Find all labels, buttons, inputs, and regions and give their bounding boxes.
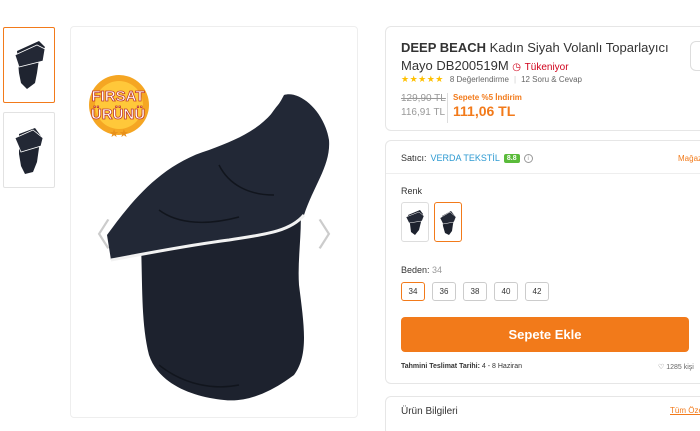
section-title: Ürün Bilgileri bbox=[401, 406, 458, 417]
questions-link[interactable]: 12 Soru & Cevap bbox=[521, 75, 582, 84]
rating-row: ★★★★★ 8 Değerlendirme | 12 Soru & Cevap bbox=[401, 74, 582, 84]
original-price: 129,90 TL bbox=[401, 93, 446, 104]
selected-size: 34 bbox=[432, 265, 443, 275]
size-label: Beden: 34 bbox=[401, 265, 443, 275]
reviews-link[interactable]: 8 Değerlendirme bbox=[450, 75, 509, 84]
price-block: 129,90 TL 116,91 TL Sepete %5 İndirim 11… bbox=[401, 93, 700, 125]
delivery-info: Tahmini Teslimat Tarihi: 4 - 8 Haziran bbox=[401, 363, 522, 370]
color-swatch-1[interactable] bbox=[401, 202, 429, 242]
stock-icon: ◷ bbox=[512, 62, 522, 73]
delivery-label: Tahmini Teslimat Tarihi: bbox=[401, 363, 480, 370]
product-info-card: DEEP BEACH Kadın Siyah Volanlı Toparlayı… bbox=[385, 26, 700, 131]
delivery-dates: 4 - 8 Haziran bbox=[481, 363, 522, 370]
brand-name[interactable]: DEEP BEACH bbox=[401, 40, 486, 55]
swimsuit-thumbnail-icon bbox=[14, 41, 46, 89]
seller-score: 8.8 bbox=[503, 153, 520, 163]
discounted-price: 116,91 TL bbox=[401, 107, 446, 118]
size-option-40[interactable]: 40 bbox=[494, 282, 518, 301]
size-option-38[interactable]: 38 bbox=[463, 282, 487, 301]
thumbnail-1[interactable] bbox=[3, 27, 55, 103]
options-card: Satıcı: VERDA TEKSTİL 8.8 i Mağaza Renk … bbox=[385, 140, 700, 384]
promo-label: Sepete %5 İndirim bbox=[453, 93, 522, 102]
color-swatch-2[interactable] bbox=[434, 202, 462, 242]
main-product-image: FIRSAT ÜRÜNÜ ★★ 〈 〉 bbox=[70, 26, 358, 418]
add-to-cart-button[interactable]: Sepete Ekle bbox=[401, 317, 689, 352]
seller-row: Satıcı: VERDA TEKSTİL 8.8 i bbox=[401, 153, 533, 163]
divider bbox=[386, 173, 700, 174]
heart-icon: ♡ bbox=[658, 364, 665, 371]
size-option-34[interactable]: 34 bbox=[401, 282, 425, 301]
all-features-link[interactable]: Tüm Özellikler bbox=[670, 406, 700, 415]
swimsuit-color-icon bbox=[405, 210, 425, 235]
favorite-button[interactable] bbox=[690, 41, 700, 71]
info-icon[interactable]: i bbox=[523, 153, 533, 163]
color-label: Renk bbox=[401, 186, 423, 196]
size-option-36[interactable]: 36 bbox=[432, 282, 456, 301]
swimsuit-color-icon bbox=[439, 211, 457, 235]
swimsuit-thumbnail-icon bbox=[14, 128, 44, 174]
seller-label: Satıcı: bbox=[401, 153, 427, 163]
stock-status: Tükeniyor bbox=[524, 62, 569, 73]
store-link[interactable]: Mağaza bbox=[678, 154, 700, 163]
product-details-card: Ürün Bilgileri Tüm Özellikler bbox=[385, 396, 700, 431]
product-title: DEEP BEACH Kadın Siyah Volanlı Toparlayı… bbox=[401, 39, 671, 77]
size-option-42[interactable]: 42 bbox=[525, 282, 549, 301]
price-divider bbox=[447, 93, 448, 123]
final-price: 111,06 TL bbox=[453, 103, 516, 119]
thumbnail-2[interactable] bbox=[3, 112, 55, 188]
seller-name[interactable]: VERDA TEKSTİL bbox=[431, 153, 500, 163]
rating-stars: ★★★★★ bbox=[401, 74, 444, 84]
likes-count: ♡ 1285 kişi bbox=[658, 364, 694, 371]
swimsuit-image bbox=[107, 94, 330, 401]
